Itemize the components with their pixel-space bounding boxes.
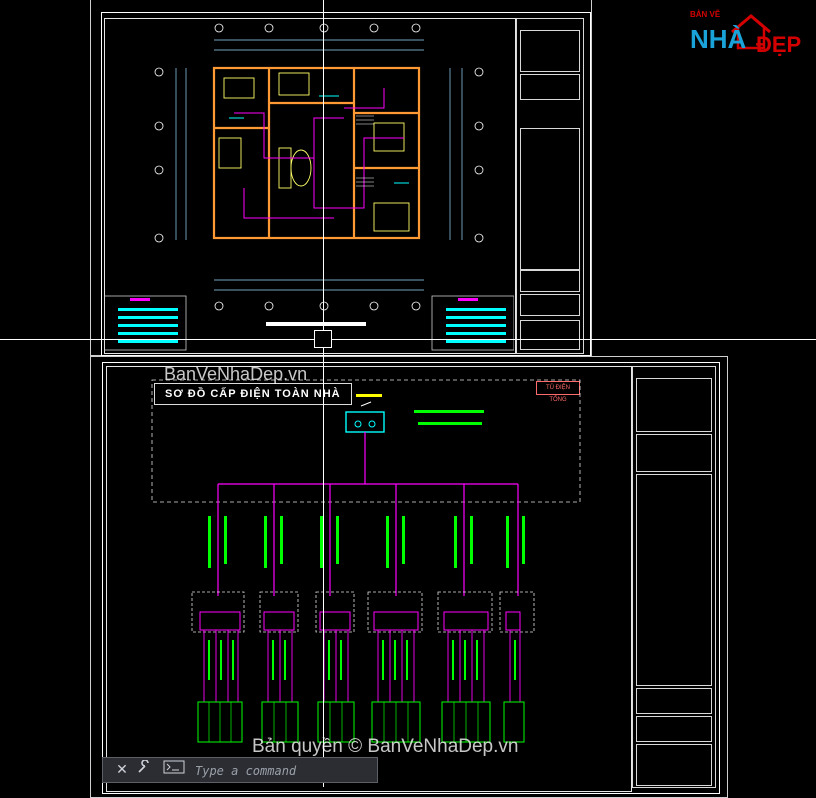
close-icon[interactable]: ✕ (113, 760, 131, 778)
brand-logo: BẢN VẼ NHÀ ĐẸP (690, 8, 808, 70)
floor-plan-walls (212, 66, 421, 240)
lower-title-block-stamp (636, 716, 712, 742)
command-line-bar: ✕ (102, 757, 378, 783)
upper-title-block-body (520, 128, 580, 270)
command-prompt-icon[interactable] (161, 760, 187, 778)
circuit-lines (203, 630, 521, 702)
feeder-labels (208, 516, 525, 568)
crosshair-vertical (323, 0, 324, 787)
lower-title-block-sheetname (636, 688, 712, 714)
logo-top-text: BẢN VẼ (690, 10, 721, 19)
main-breaker (345, 394, 484, 433)
lower-title-block-footer (636, 744, 712, 786)
crosshair-pickbox (314, 330, 332, 348)
sub-breakers (199, 611, 521, 631)
wiring-diagram (151, 379, 581, 743)
upper-title-block-sheetname (520, 270, 580, 292)
upper-title-block-project (520, 74, 580, 100)
circuit-labels (208, 640, 516, 680)
command-input[interactable] (193, 761, 377, 781)
lower-title-block-body (636, 474, 712, 686)
floor-plan-drawing (104, 23, 514, 351)
upper-title-block-info (520, 30, 580, 72)
logo-accent-text: ĐẸP (756, 32, 802, 57)
legend-right (431, 295, 514, 351)
legend-left (104, 295, 187, 351)
lower-title-block-info (636, 378, 712, 432)
upper-title-block-footer (520, 320, 580, 350)
lower-title-block-project (636, 434, 712, 472)
floor-plan-wiring (234, 88, 404, 219)
watermark-bottom: Bản quyền © BanVeNhaDep.vn (252, 736, 519, 757)
upper-title-block-stamp (520, 294, 580, 316)
crosshair-horizontal (0, 339, 816, 340)
floor-plan-cyan-fixtures (229, 95, 409, 184)
logo-main-text: NHÀ (690, 24, 747, 54)
wrench-icon[interactable] (135, 759, 153, 778)
floor-plan-stairs (356, 115, 374, 187)
plan-title-bar (266, 322, 366, 326)
watermark-top: BanVeNhaDep.vn (164, 364, 308, 384)
